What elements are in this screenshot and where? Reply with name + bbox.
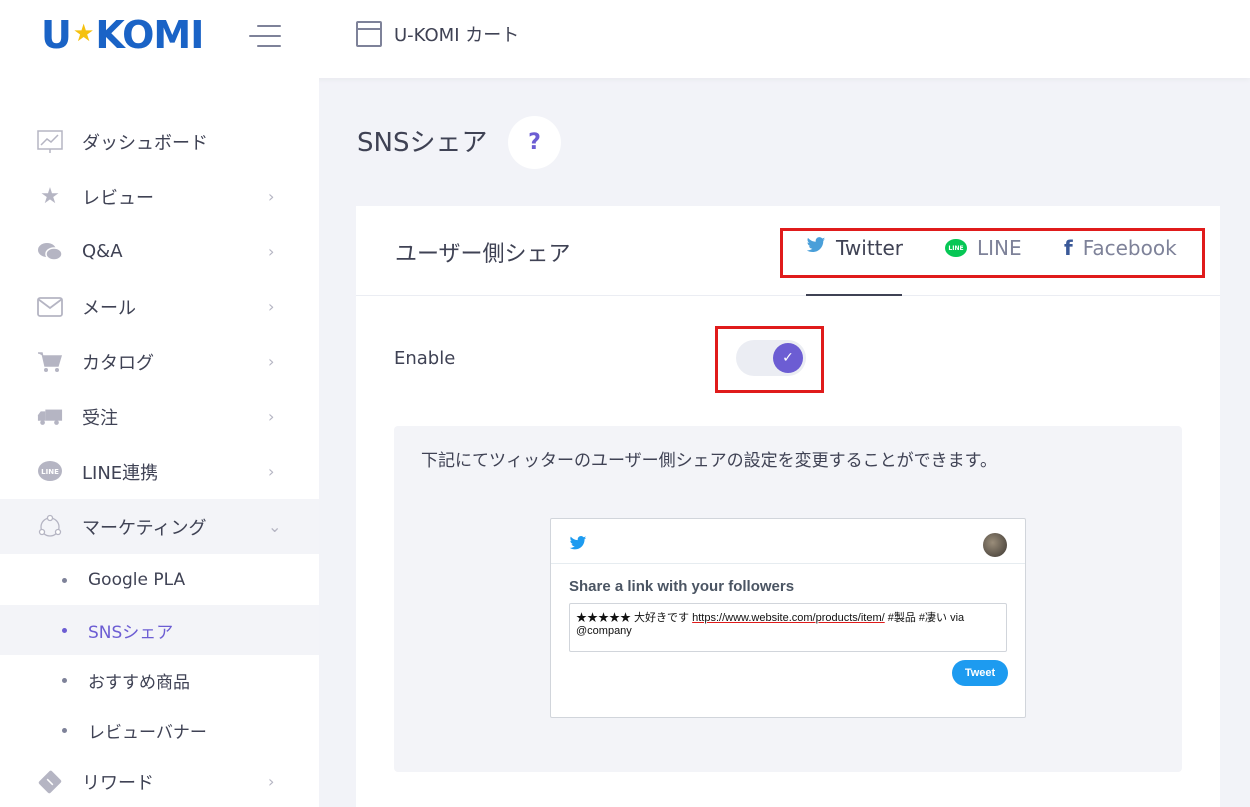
enable-toggle[interactable]: ✓ [736, 340, 806, 376]
active-tab-indicator [806, 294, 902, 296]
chevron-right-icon: › [268, 772, 275, 791]
check-icon: ✓ [773, 343, 803, 373]
sidebar-item-mail[interactable]: メール › [0, 279, 319, 334]
sidebar-item-line[interactable]: LINE LINE連携 › [0, 444, 319, 499]
tweet-text-prefix: ★★★★★ 大好きです [576, 612, 693, 624]
browser-window-icon [356, 21, 382, 47]
sidebar-subitem-sns-share[interactable]: SNSシェア [0, 605, 319, 655]
star-icon: ★ [40, 184, 60, 209]
chevron-right-icon: › [268, 242, 275, 261]
sidebar-item-catalog[interactable]: カタログ › [0, 334, 319, 389]
twitter-icon [569, 536, 587, 556]
logo-star-icon: ★ [72, 19, 94, 47]
card-title: ユーザー側シェア [395, 242, 571, 267]
line-icon: LINE [945, 239, 967, 257]
tweet-preview-header [551, 519, 1025, 564]
tab-label-line: LINE [977, 236, 1022, 260]
tweet-text-area: ★★★★★ 大好きです https://www.website.com/prod… [569, 603, 1007, 652]
question-icon: ? [528, 130, 541, 155]
facebook-icon: f [1064, 236, 1073, 260]
sidebar-subitem-recommended[interactable]: おすすめ商品 [0, 655, 319, 705]
ukomi-logo[interactable]: U ★ KOMI [41, 13, 204, 57]
chevron-right-icon: › [268, 352, 275, 371]
tweet-button: Tweet [952, 660, 1008, 686]
sidebar-item-marketing[interactable]: マーケティング ⌄ [0, 499, 319, 554]
network-icon [37, 514, 63, 540]
sidebar-item-dashboard[interactable]: ダッシュボード [0, 114, 319, 169]
sidebar: ダッシュボード ★ レビュー › Q&A › メール › カタログ › 受注 › [0, 78, 319, 807]
chart-icon [37, 129, 63, 155]
cart-icon [37, 349, 63, 375]
logo-text-right: KOMI [95, 13, 204, 57]
shop-name: U-KOMI カート [394, 25, 520, 46]
chevron-right-icon: › [268, 187, 275, 206]
sidebar-item-qa[interactable]: Q&A › [0, 224, 319, 279]
bullet-icon [62, 577, 67, 583]
truck-icon [37, 404, 63, 430]
svg-text:LINE: LINE [41, 468, 59, 476]
ticket-icon [37, 769, 63, 795]
chevron-right-icon: › [268, 407, 275, 426]
enable-label: Enable [394, 348, 456, 369]
help-button[interactable]: ? [508, 116, 561, 169]
shop-selector[interactable]: U-KOMI カート [356, 21, 519, 47]
avatar [983, 533, 1007, 557]
bullet-icon [62, 677, 67, 683]
settings-card: ユーザー側シェア Twitter LINE LINE f Facebook En… [356, 206, 1220, 807]
tab-twitter[interactable]: Twitter [806, 236, 903, 260]
logo-text-left: U [41, 13, 72, 57]
tweet-text-url: https://www.website.com/products/item/ [692, 612, 885, 624]
info-text: 下記にてツィッターのユーザー側シェアの設定を変更することができます。 [421, 451, 997, 471]
top-header: U ★ KOMI U-KOMI カート [0, 0, 1250, 78]
chat-icon [37, 239, 63, 265]
chevron-down-icon: ⌄ [268, 517, 282, 536]
page-title: SNSシェア [357, 128, 488, 158]
tab-label-twitter: Twitter [836, 236, 904, 260]
tweet-preview-heading: Share a link with your followers [569, 578, 795, 595]
sidebar-subitem-google-pla[interactable]: Google PLA [0, 555, 319, 605]
hamburger-menu-icon[interactable] [249, 25, 281, 47]
sidebar-item-review[interactable]: ★ レビュー › [0, 169, 319, 224]
chevron-right-icon: › [268, 297, 275, 316]
tweet-preview: Share a link with your followers ★★★★★ 大… [550, 518, 1026, 718]
line-icon: LINE [37, 459, 63, 485]
mail-icon [37, 294, 63, 320]
twitter-icon [806, 237, 826, 259]
tab-line[interactable]: LINE LINE [945, 236, 1022, 260]
bullet-icon [62, 727, 67, 733]
tab-facebook[interactable]: f Facebook [1064, 236, 1177, 260]
sidebar-subitem-review-banner[interactable]: レビューバナー [0, 705, 319, 755]
chevron-right-icon: › [268, 462, 275, 481]
sidebar-item-reward[interactable]: リワード › [0, 754, 319, 807]
tab-label-facebook: Facebook [1082, 236, 1177, 260]
sidebar-item-orders[interactable]: 受注 › [0, 389, 319, 444]
card-header: ユーザー側シェア Twitter LINE LINE f Facebook [356, 206, 1220, 296]
bullet-icon [62, 627, 67, 633]
